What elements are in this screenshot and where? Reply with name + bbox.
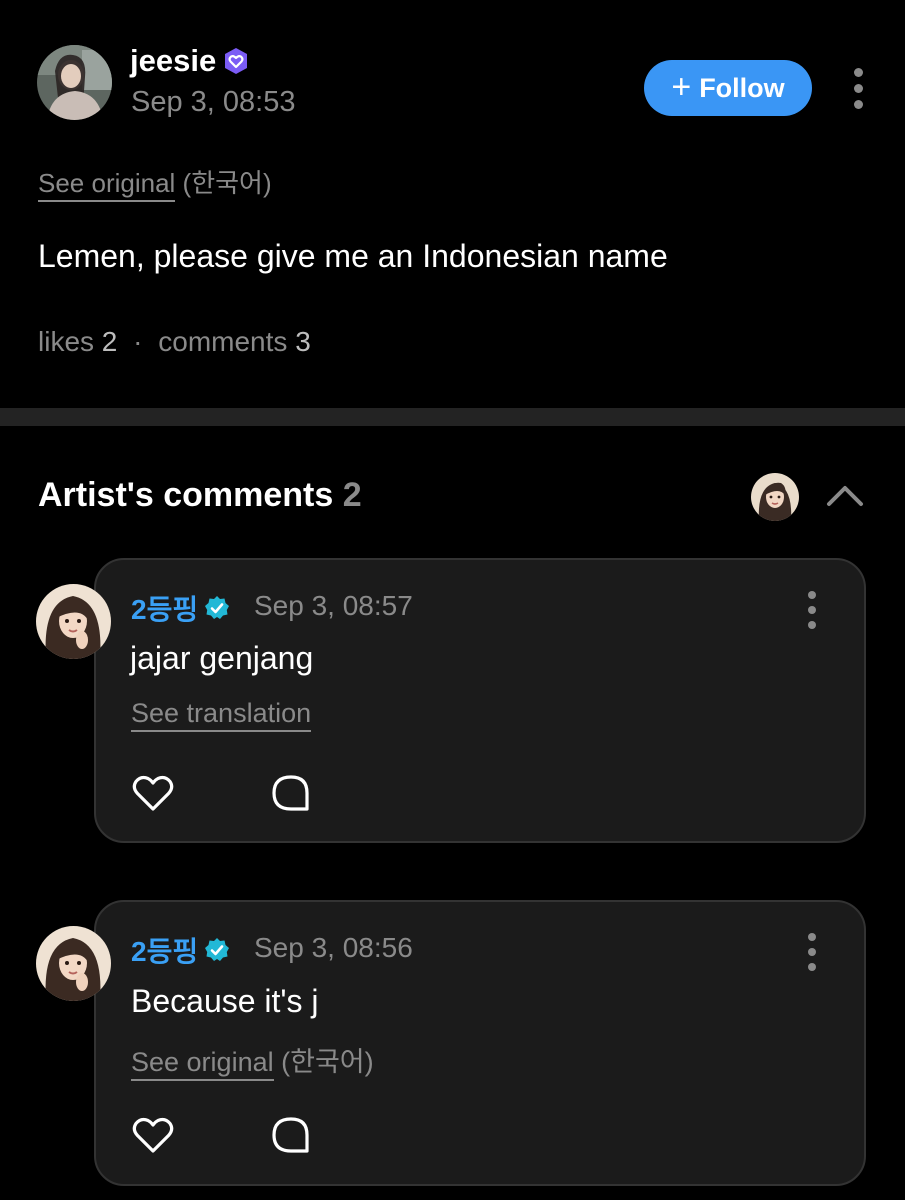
comment-timestamp: Sep 3, 08:56	[254, 932, 413, 963]
comments-count: 3	[295, 326, 311, 357]
comment-timestamp: Sep 3, 08:57	[254, 590, 413, 621]
comment-more-vertical-icon[interactable]	[808, 591, 816, 629]
heart-outline-icon[interactable]	[131, 773, 175, 813]
comments-label[interactable]: comments	[158, 326, 287, 357]
artist-comments-count: 2	[342, 476, 362, 514]
comment-link-row: See translation	[131, 698, 312, 732]
see-original-link[interactable]: See original	[131, 1047, 274, 1081]
plus-icon: +	[671, 67, 692, 106]
likes-count: 2	[101, 326, 118, 357]
post-stats: likes 2 · comments 3	[38, 326, 311, 358]
follow-label: Follow	[699, 72, 785, 103]
comment-author-name-row[interactable]: 2등핑	[131, 930, 230, 970]
artist-mini-avatar	[751, 473, 799, 521]
comment-author-avatar[interactable]	[36, 926, 111, 1001]
section-divider	[0, 408, 905, 426]
stats-separator: ·	[133, 326, 143, 357]
see-original-link[interactable]: See original	[38, 168, 176, 202]
original-language-label: (한국어)	[281, 1047, 374, 1077]
artist-comments-title: Artist's comments 2	[38, 476, 362, 515]
verified-check-badge-icon	[204, 595, 230, 621]
likes-label[interactable]: likes	[38, 326, 94, 357]
comment-author-name[interactable]: 2등핑	[131, 588, 198, 628]
comment-author-name[interactable]: 2등핑	[131, 930, 198, 970]
post-body-text: Lemen, please give me an Indonesian name	[38, 238, 668, 274]
heart-outline-icon[interactable]	[131, 1115, 175, 1155]
follow-button[interactable]: + Follow	[644, 60, 812, 116]
post-author-name[interactable]: jeesie	[130, 43, 216, 79]
post-author-avatar[interactable]	[37, 45, 112, 120]
chevron-up-icon[interactable]	[826, 482, 864, 508]
see-translation-link[interactable]: See translation	[131, 698, 312, 732]
post-author-name-row[interactable]: jeesie	[130, 43, 250, 79]
verified-check-badge-icon	[204, 937, 230, 963]
comment-bubble-icon[interactable]	[270, 1115, 314, 1155]
comment-more-vertical-icon[interactable]	[808, 933, 816, 971]
post-timestamp: Sep 3, 08:53	[131, 86, 296, 118]
original-language-label: (한국어)	[182, 168, 272, 198]
post-see-original-row: See original (한국어)	[38, 163, 272, 202]
comment-bubble-icon[interactable]	[270, 773, 314, 813]
post-more-vertical-icon[interactable]	[853, 68, 863, 109]
comment-link-row: See original (한국어)	[131, 1040, 374, 1081]
comment-text: jajar genjang	[130, 640, 314, 676]
verified-heart-badge-icon	[222, 47, 250, 75]
artist-comments-title-text: Artist's comments	[38, 476, 334, 514]
comment-author-avatar[interactable]	[36, 584, 111, 659]
comment-author-name-row[interactable]: 2등핑	[131, 588, 230, 628]
comment-text: Because it's j	[131, 983, 319, 1019]
